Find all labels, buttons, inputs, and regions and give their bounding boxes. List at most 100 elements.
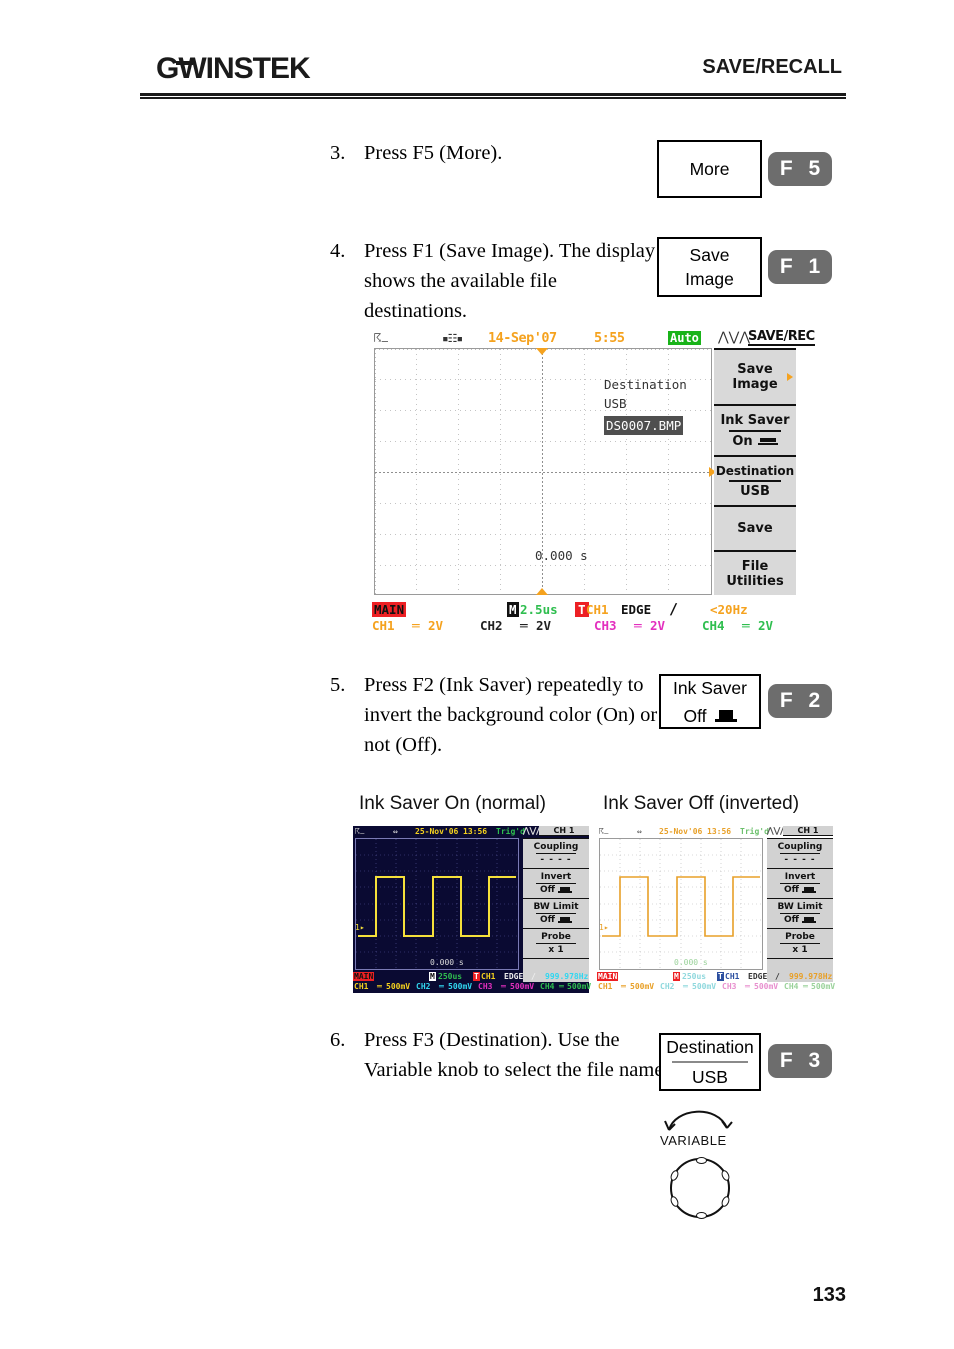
dc-coupling-icon: ═ xyxy=(803,982,808,991)
dc-coupling-icon: ═ xyxy=(501,982,506,991)
fkey-f1-button[interactable]: F 1 xyxy=(768,250,832,284)
scope-menu-item-save-image-line2: Image xyxy=(732,377,778,392)
mini-probe-label-right: Probe xyxy=(785,932,815,942)
scope-menu-item-save[interactable]: Save xyxy=(714,505,796,550)
mini-ch3-scale-right: 500mV xyxy=(754,982,779,991)
step-5: 5. Press F2 (Ink Saver) repeatedly to in… xyxy=(330,670,660,760)
mini-menu-item-coupling-left[interactable]: Coupling - - - - xyxy=(523,838,589,868)
mini-scope-caption-right: Ink Saver Off (inverted) xyxy=(603,793,800,814)
scope-menu-item-destination-line2: USB xyxy=(740,483,770,499)
scope-acquisition-mode-badge: Auto xyxy=(668,331,701,345)
scope-menu-item-save-image[interactable]: Save Image xyxy=(714,348,796,404)
mini-ch3-name-left: CH3 xyxy=(478,982,493,991)
chevron-right-icon xyxy=(787,373,793,381)
scope-menu-item-ink-saver[interactable]: Ink Saver On xyxy=(714,404,796,455)
mini-timebase-tag-right: M xyxy=(673,972,680,981)
status-timebase-tag: M xyxy=(507,602,519,617)
scope-menu-item-ink-saver-line2: On xyxy=(732,433,753,449)
ch1-ground-marker-right: 1▸ xyxy=(599,923,609,932)
mini-trigger-type-right: EDGE xyxy=(748,972,768,981)
mini-menu-item-invert-right[interactable]: Invert Off xyxy=(767,868,833,898)
mini-menu-item-coupling-right[interactable]: Coupling - - - - xyxy=(767,838,833,868)
softkey-destination[interactable]: Destination USB xyxy=(659,1033,761,1091)
mini-trigger-tag-right: T xyxy=(717,972,724,981)
mini-menu-left: Coupling - - - - Invert Off BW Limit Off… xyxy=(523,838,589,982)
mini-menu-item-invert-left[interactable]: Invert Off xyxy=(523,868,589,898)
softkey-save-image[interactable]: Save Image xyxy=(657,237,762,297)
status-ch3-name: CH3 xyxy=(594,618,617,633)
mini-timebase-left: 250us xyxy=(438,972,463,981)
rising-edge-icon: ∕ xyxy=(775,972,780,981)
softkey-more-label: More xyxy=(689,159,730,179)
scope-time-position: 0.000 s xyxy=(535,548,588,563)
mini-bwlimit-value-right: Off xyxy=(784,915,799,925)
mini-menu-item-probe-left[interactable]: Probe x 1 xyxy=(523,928,589,958)
dc-coupling-icon: ═ xyxy=(377,982,382,991)
mini-ch4-scale-left: 500mV xyxy=(567,982,592,991)
page-number: 133 xyxy=(812,1284,846,1306)
mini-invert-label-right: Invert xyxy=(784,872,816,882)
on-block-icon xyxy=(801,887,816,893)
variable-knob-label: VARIABLE xyxy=(660,1133,727,1148)
trigger-waveform-icon: ⋀⋁⋀ xyxy=(718,330,750,345)
dc-coupling-icon: ═ xyxy=(559,982,564,991)
step-4-number: 4. xyxy=(330,240,346,262)
step-5-number: 5. xyxy=(330,674,346,696)
mini-bwlimit-label-right: BW Limit xyxy=(777,902,823,912)
mini-status-bar-right: MAIN M 250us T CH1 EDGE ∕ 999.978Hz CH1 … xyxy=(597,972,835,993)
scope-menu-item-file-utilities-line2: Utilities xyxy=(726,573,784,589)
logo-w: W xyxy=(178,52,206,85)
mini-trigger-type-left: EDGE xyxy=(504,972,524,981)
scope-menu-item-ink-saver-line1: Ink Saver xyxy=(720,412,790,428)
trigger-position-marker-bottom xyxy=(536,588,548,595)
mini-coupling-label-right: Coupling xyxy=(777,842,823,852)
scope-top-bar: ☈⚊ ▪☷▪ 14-Sep'07 5:55 Auto ⋀⋁⋀ SAVE/REC xyxy=(372,328,815,348)
mini-bwlimit-value-left: Off xyxy=(540,915,555,925)
step-4-text: Press F1 (Save Image). The display shows… xyxy=(364,240,656,322)
page-title: SAVE/RECALL xyxy=(702,56,842,78)
scope-menu-item-file-utilities[interactable]: File Utilities xyxy=(714,550,796,595)
power-plug-icon: ☈⚊ xyxy=(355,827,365,836)
mini-ch1-name-right: CH1 xyxy=(598,982,613,991)
logo-g: G xyxy=(156,52,179,85)
fkey-f2-button[interactable]: F 2 xyxy=(768,684,832,718)
trigger-position-marker-top xyxy=(536,348,548,355)
status-trigger-type: EDGE xyxy=(621,602,652,617)
mini-status-bar-left: MAIN M 250us T CH1 EDGE ∕ 999.978Hz CH1 … xyxy=(353,972,592,993)
mini-menu-title-left: CH 1 xyxy=(539,826,589,836)
variable-knob-graphic: VARIABLE xyxy=(655,1098,765,1248)
mini-coupling-value-right: - - - - xyxy=(784,855,816,865)
mini-invert-value-left: Off xyxy=(540,885,555,895)
softkey-destination-label: Destination xyxy=(666,1037,754,1057)
mini-scope-ink-saver-on: ☈⚊ ⇔ 25-Nov'06 13:56 Trig'd ⋀⋁⋀ CH 1 1▸ … xyxy=(353,826,592,993)
variable-knob-dial[interactable] xyxy=(669,1157,731,1219)
scope-menu-item-destination-line1: Destination xyxy=(715,463,795,478)
fkey-f3-button[interactable]: F 3 xyxy=(768,1044,832,1078)
step-4: 4. Press F1 (Save Image). The display sh… xyxy=(330,236,660,326)
mini-menu-item-bw-limit-right[interactable]: BW Limit Off xyxy=(767,898,833,928)
mini-trigger-source-left: CH1 xyxy=(481,972,496,981)
scope-menu-title: SAVE/REC xyxy=(748,329,815,346)
mini-main-tag-right: MAIN xyxy=(597,972,619,981)
scope-menu-item-save-label: Save xyxy=(737,521,773,536)
on-block-icon xyxy=(801,917,816,923)
softkey-ink-saver[interactable]: Ink Saver Off xyxy=(659,674,761,729)
step-5-text: Press F2 (Ink Saver) repeatedly to inver… xyxy=(364,674,658,756)
mini-ch4-name-left: CH4 xyxy=(540,982,555,991)
step-3: 3. Press F5 (More). xyxy=(330,138,660,168)
mini-timebase-right: 250us xyxy=(682,972,707,981)
dc-coupling-icon-ch2: ═ xyxy=(520,618,528,633)
step-3-text: Press F5 (More). xyxy=(364,142,503,164)
mini-ch2-name-left: CH2 xyxy=(416,982,431,991)
mini-graticule-left: 1▸ 0.000 s xyxy=(355,838,519,970)
mini-menu-item-bw-limit-left[interactable]: BW Limit Off xyxy=(523,898,589,928)
dc-coupling-icon: ═ xyxy=(439,982,444,991)
dc-coupling-icon-ch4: ═ xyxy=(742,618,750,633)
scope-menu-item-destination[interactable]: Destination USB xyxy=(714,455,796,505)
mini-menu-item-probe-right[interactable]: Probe x 1 xyxy=(767,928,833,958)
softkey-more[interactable]: More xyxy=(657,140,762,198)
on-block-icon xyxy=(557,917,572,923)
fkey-f5-button[interactable]: F 5 xyxy=(768,152,832,186)
dc-coupling-icon: ═ xyxy=(683,982,688,991)
dc-coupling-icon: ═ xyxy=(745,982,750,991)
